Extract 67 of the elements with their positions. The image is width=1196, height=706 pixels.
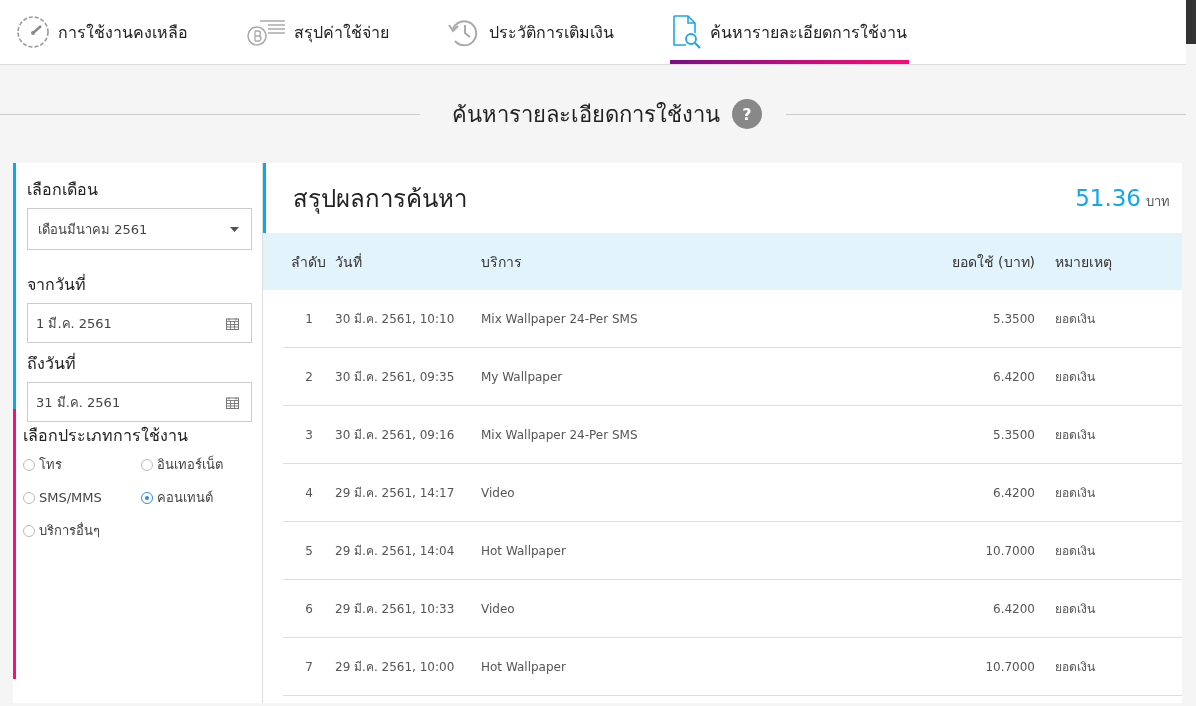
nav-tab[interactable]: ประวัติการเติมเงิน [445, 0, 616, 64]
nav-tab[interactable]: สรุปค่าใช้จ่าย [244, 0, 391, 64]
table-cell-text: Video [481, 485, 516, 500]
table-cell-text: My Wallpaper [481, 369, 564, 384]
table-cell-text: 7 [304, 659, 314, 674]
calendar-icon [226, 395, 239, 409]
table-cell-text: 2 [304, 369, 314, 384]
table-cell-text: 6.4200 [992, 485, 1035, 500]
table-cell-text: Hot Wallpaper [481, 543, 567, 558]
calendar-icon [226, 316, 239, 330]
radio-option[interactable]: บริการอื่นๆ [23, 520, 141, 541]
table-cell-text: Mix Wallpaper 24-Per SMS [481, 427, 639, 442]
table-cell-text: 30 มี.ค. 2561, 10:10 [335, 311, 456, 328]
table-cell-text: Mix Wallpaper 24-Per SMS [481, 311, 639, 326]
month-dropdown[interactable]: เดือนมีนาคม 2561 [27, 208, 252, 250]
column-header: วันที่ [335, 252, 363, 272]
date-field[interactable]: 31 มี.ค. 2561 [27, 382, 252, 422]
column-header: ยอดใช้ (บาท) [950, 252, 1035, 272]
table-cell-text: 10.7000 [984, 659, 1035, 674]
speedometer-icon [16, 15, 50, 49]
field-label: ถึงวันที่ [27, 352, 77, 375]
table-cell-text: ยอดเงิน [1054, 311, 1095, 328]
table-cell-text: ยอดเงิน [1054, 659, 1095, 676]
column-header: ลำดับ [291, 252, 327, 272]
field-label: เลือกประเภทการใช้งาน [23, 425, 189, 447]
table-cell-text: ยอดเงิน [1054, 427, 1095, 444]
table-cell-text: 29 มี.ค. 2561, 10:00 [335, 659, 456, 676]
table-cell-text: 6.4200 [992, 601, 1035, 616]
table-cell-text: 5 [304, 543, 314, 558]
table-cell-text: 5.3500 [992, 427, 1035, 442]
table-cell-text: 1 [304, 311, 314, 326]
radio-option[interactable]: อินเทอร์เน็ต [141, 454, 251, 475]
help-button[interactable]: ? [732, 99, 762, 129]
table-cell-text: 6.4200 [992, 369, 1035, 384]
radio-option[interactable]: โทร [23, 454, 141, 475]
table-cell-text: 30 มี.ค. 2561, 09:16 [335, 427, 456, 444]
table-cell-text: 29 มี.ค. 2561, 14:17 [335, 485, 456, 502]
column-header: หมายเหตุ [1054, 252, 1112, 273]
caret-icon [230, 226, 239, 232]
table-cell-text: 10.7000 [984, 543, 1035, 558]
table-cell-text: 29 มี.ค. 2561, 14:04 [335, 543, 456, 560]
results-title: สรุปผลการค้นหา [293, 183, 467, 216]
column-header: บริการ [481, 252, 523, 272]
table-cell-text: 3 [304, 427, 314, 442]
table-cell-text: ยอดเงิน [1054, 543, 1095, 560]
table-cell-text: ยอดเงิน [1054, 601, 1095, 618]
radio-option[interactable]: คอนเทนต์ [141, 487, 251, 508]
table-cell-text: 29 มี.ค. 2561, 10:33 [335, 601, 456, 618]
field-label: เลือกเดือน [27, 179, 99, 201]
document-search-icon [672, 15, 702, 49]
table-cell-text: 4 [304, 485, 314, 500]
table-cell-text: 5.3500 [992, 311, 1035, 326]
table-cell-text: 6 [304, 601, 314, 616]
table-cell-text: Video [481, 601, 516, 616]
radio-option[interactable]: SMS/MMS [23, 487, 141, 508]
nav-tab[interactable]: ค้นหารายละเอียดการใช้งาน [670, 0, 909, 64]
field-label: จากวันที่ [27, 273, 87, 296]
total-amount: 51.36 [1075, 184, 1141, 211]
nav-tab[interactable]: การใช้งานคงเหลือ [14, 0, 190, 64]
currency-label: บาท [1146, 193, 1170, 209]
date-field[interactable]: 1 มี.ค. 2561 [27, 303, 252, 343]
table-cell-text: 30 มี.ค. 2561, 09:35 [335, 369, 456, 386]
table-cell-text: ยอดเงิน [1054, 485, 1095, 502]
page-title: ค้นหารายละเอียดการใช้งาน [452, 100, 720, 129]
table-cell-text: Hot Wallpaper [481, 659, 567, 674]
table-cell-text: ยอดเงิน [1054, 369, 1095, 386]
scrollbar-thumb[interactable] [1186, 0, 1196, 44]
